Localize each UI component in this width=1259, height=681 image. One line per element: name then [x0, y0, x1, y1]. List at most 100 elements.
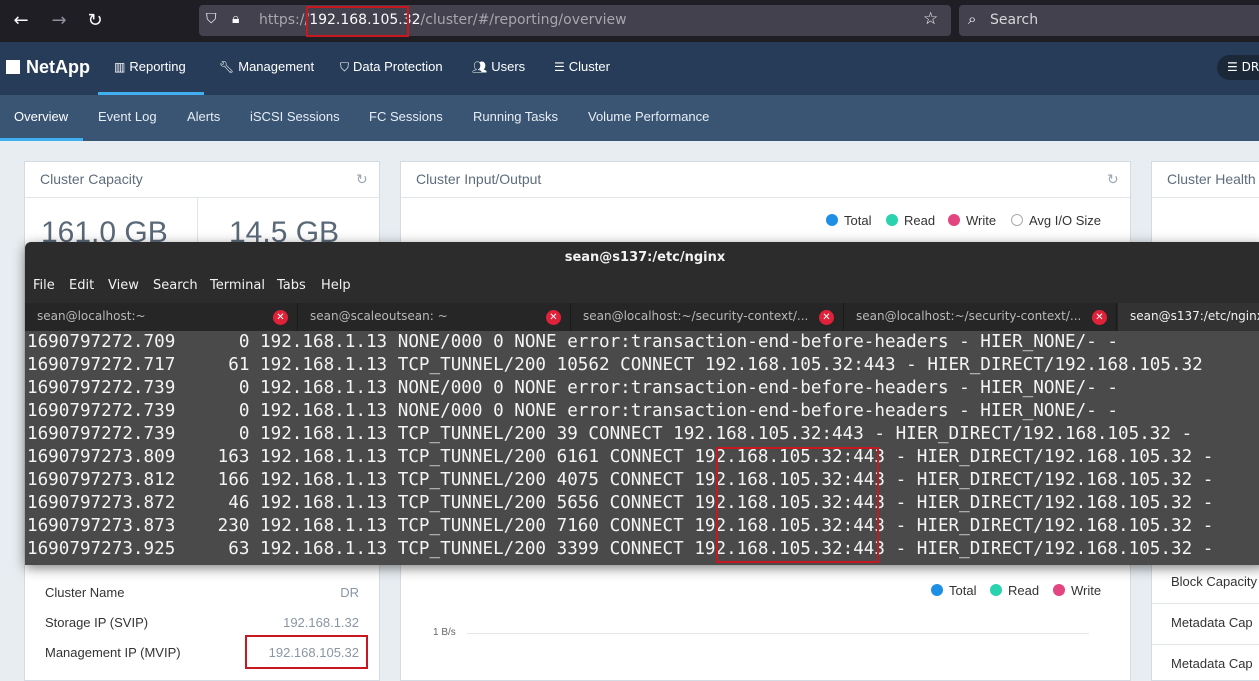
legend-write[interactable]: Write [948, 213, 996, 228]
cluster-badge[interactable]: ☰ DR [1217, 55, 1259, 80]
netapp-logo-icon [6, 60, 20, 74]
terminal-title: sean@s137:/etc/nginx [564, 250, 726, 265]
tab-data-protection[interactable]: ⛉ Data Protection [340, 59, 443, 75]
legend-avg-io-size[interactable]: Avg I/O Size [1011, 213, 1101, 228]
legend-label: Write [1071, 583, 1102, 598]
menu-terminal[interactable]: Terminal [210, 278, 265, 293]
terminal-menu-bar: File Edit View Search Terminal Tabs Help [25, 273, 1259, 299]
legend-label: Total [844, 213, 872, 228]
svip-label: Storage IP (SVIP) [45, 615, 149, 630]
legend-dot [1053, 584, 1065, 596]
legend-ring [1011, 214, 1023, 226]
terminal-tab[interactable]: sean@scaleoutsean: ~ ✕ [298, 303, 571, 331]
browser-toolbar: ← → ↻ ⛉ 🔒︎ https://192.168.105.32/cluste… [0, 0, 1259, 42]
axis-label: 1 B/s [433, 627, 456, 638]
log-line: 1690797272.739 0 192.168.1.13 TCP_TUNNEL… [27, 424, 1193, 444]
terminal-window[interactable]: sean@s137:/etc/nginx File Edit View Sear… [25, 242, 1259, 565]
log-line: 1690797273.873 230 192.168.1.13 TCP_TUNN… [27, 516, 1214, 536]
close-icon[interactable]: ✕ [546, 310, 561, 325]
terminal-tab-label: sean@localhost:~ [37, 309, 146, 323]
logo-text: NetApp [26, 57, 90, 77]
terminal-output[interactable]: 1690797272.709 0 192.168.1.13 NONE/000 0… [25, 331, 1259, 565]
log-line: 1690797272.709 0 192.168.1.13 NONE/000 0… [27, 332, 1119, 352]
terminal-tab-bar: sean@localhost:~ ✕ sean@scaleoutsean: ~ … [25, 303, 1259, 331]
terminal-tab[interactable]: sean@localhost:~ ✕ [25, 303, 298, 331]
refresh-icon[interactable]: ↻ [1107, 172, 1119, 188]
back-arrow-icon[interactable]: ← [9, 9, 33, 33]
subtab-overview[interactable]: Overview [14, 109, 68, 124]
legend-total[interactable]: Total [826, 213, 871, 228]
server-icon: ☰ [1227, 60, 1242, 74]
close-icon[interactable]: ✕ [1092, 310, 1107, 325]
terminal-tab-label: sean@scaleoutsean: ~ [310, 309, 448, 323]
tab-users[interactable]: 👥︎ Users [472, 59, 525, 74]
reload-icon[interactable]: ↻ [83, 9, 107, 33]
search-input[interactable]: ⌕ Search [959, 5, 1259, 36]
shield-icon[interactable]: ⛉ [206, 11, 217, 27]
subtab-volume-performance[interactable]: Volume Performance [588, 109, 709, 124]
subtab-event-log[interactable]: Event Log [98, 109, 157, 124]
divider [197, 198, 198, 248]
netapp-logo[interactable]: NetApp [6, 57, 90, 78]
legend-label: Total [949, 583, 977, 598]
legend-write[interactable]: Write [1053, 583, 1101, 598]
subtab-iscsi-sessions[interactable]: iSCSI Sessions [250, 109, 340, 124]
health-item-metadata-capacity: Metadata Cap [1171, 615, 1253, 630]
terminal-tab-active[interactable]: sean@s137:/etc/nginx [1118, 303, 1259, 331]
close-icon[interactable]: ✕ [819, 310, 834, 325]
menu-tabs[interactable]: Tabs [277, 278, 306, 293]
legend-label: Read [904, 213, 936, 228]
svip-value: 192.168.1.32 [283, 615, 359, 630]
grid-line [467, 633, 1089, 634]
cluster-name-label: Cluster Name [45, 585, 125, 600]
log-line: 1690797273.872 46 192.168.1.13 TCP_TUNNE… [27, 493, 1214, 513]
search-icon: ⌕ [968, 10, 977, 28]
legend-label: Write [966, 213, 997, 228]
server-icon: ☰ [554, 60, 565, 74]
legend-total[interactable]: Total [931, 583, 976, 598]
bar-chart-icon: ▥ [114, 60, 126, 74]
menu-edit[interactable]: Edit [69, 278, 94, 293]
highlight-box [306, 6, 409, 37]
bookmark-star-icon[interactable]: ☆ [923, 9, 938, 29]
log-line: 1690797272.739 0 192.168.1.13 NONE/000 0… [27, 378, 1119, 398]
subtab-alerts[interactable]: Alerts [187, 109, 220, 124]
active-subtab-indicator [0, 138, 83, 141]
terminal-tab-label: sean@s137:/etc/nginx [1130, 309, 1259, 323]
legend-read[interactable]: Read [990, 583, 1039, 598]
menu-search[interactable]: Search [153, 278, 198, 293]
tab-reporting[interactable]: ▥ Reporting [114, 59, 186, 74]
panel-title: Cluster Health [1152, 162, 1259, 198]
legend-dot [886, 214, 898, 226]
tab-cluster[interactable]: ☰ Cluster [554, 59, 610, 74]
menu-file[interactable]: File [33, 278, 55, 293]
legend-dot [826, 214, 838, 226]
terminal-tab[interactable]: sean@localhost:~/security-context/... ✕ [571, 303, 844, 331]
url-scheme: https:// [259, 12, 310, 28]
close-icon[interactable]: ✕ [273, 310, 288, 325]
menu-view[interactable]: View [108, 278, 139, 293]
health-item-block-capacity: Block Capacity [1171, 574, 1257, 589]
terminal-tab-label: sean@localhost:~/security-context/... [583, 309, 809, 323]
app-main-nav: NetApp ▥ Reporting 🔧︎ Management ⛉ Data Pro… [0, 42, 1259, 95]
highlight-box [716, 447, 879, 563]
lock-icon[interactable]: 🔒︎ [232, 11, 239, 27]
legend-dot [931, 584, 943, 596]
forward-arrow-icon[interactable]: → [47, 9, 71, 33]
tab-label: Reporting [129, 59, 186, 74]
legend-read[interactable]: Read [886, 213, 935, 228]
legend-label: Read [1008, 583, 1040, 598]
tab-management[interactable]: 🔧︎ Management [219, 59, 314, 74]
subtab-running-tasks[interactable]: Running Tasks [473, 109, 558, 124]
subtab-fc-sessions[interactable]: FC Sessions [369, 109, 443, 124]
terminal-tab[interactable]: sean@localhost:~/security-context/... ✕ [844, 303, 1117, 331]
terminal-tab-label: sean@localhost:~/security-context/... [856, 309, 1082, 323]
cluster-badge-label: DR [1241, 60, 1259, 74]
menu-help[interactable]: Help [321, 278, 351, 293]
log-line: 1690797272.739 0 192.168.1.13 NONE/000 0… [27, 401, 1119, 421]
search-placeholder: Search [990, 12, 1039, 28]
tab-label: Data Protection [353, 59, 443, 74]
legend-dot [948, 214, 960, 226]
health-item-metadata-capacity-2: Metadata Cap [1171, 656, 1253, 671]
refresh-icon[interactable]: ↻ [356, 172, 368, 188]
